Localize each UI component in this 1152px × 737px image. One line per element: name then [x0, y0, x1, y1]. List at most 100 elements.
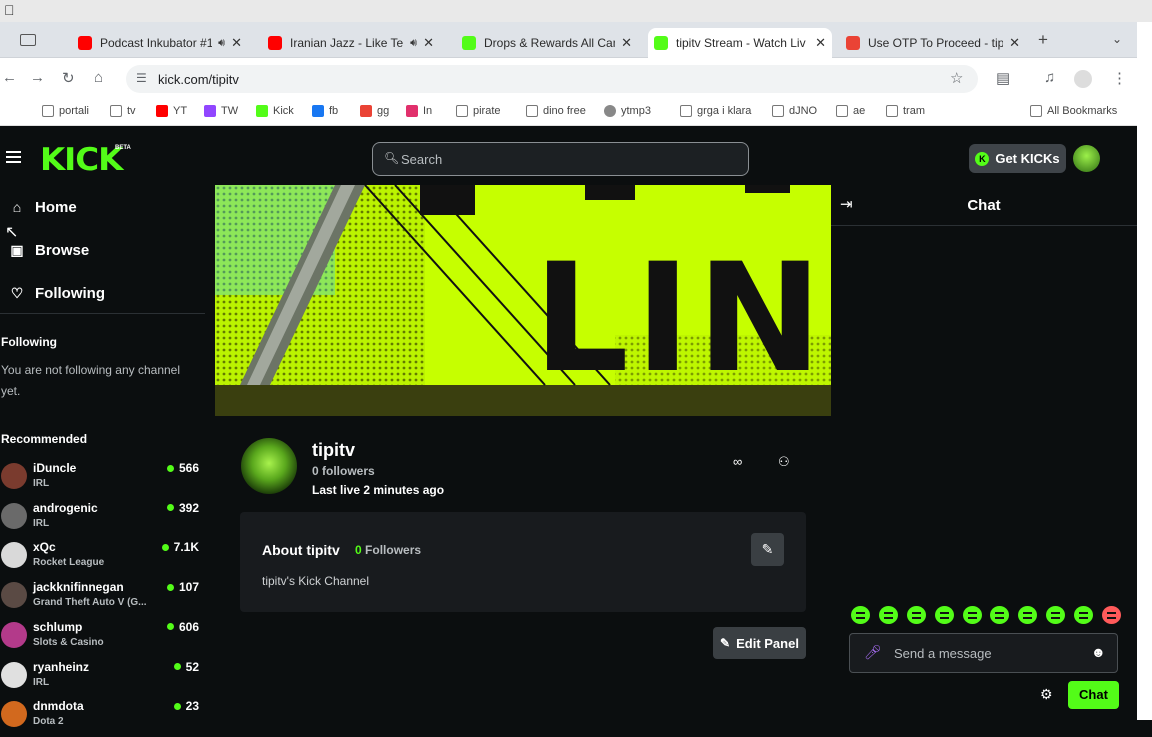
folder-icon — [110, 105, 122, 117]
bookmark-tw[interactable]: TW — [204, 105, 238, 117]
address-bar[interactable]: ☰ kick.com/tipitv ☆ — [126, 65, 978, 93]
recommended-channel[interactable]: androgenic IRL 392 — [0, 501, 205, 539]
recommended-channel[interactable]: xQc Rocket League 7.1K — [0, 540, 205, 578]
viewer-count: 566 — [166, 461, 199, 475]
bookmark-dino-free[interactable]: dino free — [526, 105, 586, 117]
chat-settings-gear-icon[interactable]: ⚙ — [1040, 686, 1053, 703]
recommended-channel[interactable]: iDuncle IRL 566 — [0, 461, 205, 499]
about-followers: 0 Followers — [355, 543, 421, 557]
site-info-icon[interactable]: ☰ — [136, 71, 147, 85]
channel-category: IRL — [33, 478, 50, 489]
channel-name: iDuncle — [33, 461, 77, 475]
close-tab-icon[interactable]: ✕ — [423, 35, 434, 51]
browser-tab[interactable]: Drops & Rewards All Can ✕ — [456, 28, 638, 58]
close-tab-icon[interactable]: ✕ — [815, 35, 826, 51]
emote-icon[interactable] — [962, 606, 982, 624]
channel-last-live: Last live 2 minutes ago — [312, 483, 445, 497]
emote-icon[interactable] — [1046, 606, 1066, 624]
browser-menu-icon[interactable]: ⋮ — [1112, 69, 1127, 87]
tab-favicon-icon — [654, 36, 668, 50]
recommended-channel[interactable]: ryanheinz IRL 52 — [0, 660, 205, 698]
profile-icon[interactable] — [1074, 70, 1092, 88]
viewer-count-value: 566 — [178, 461, 199, 475]
emote-icon[interactable] — [1101, 606, 1121, 624]
channel-name: dnmdota — [33, 699, 84, 714]
tab-list-chevron-icon[interactable]: ⌄ — [1112, 32, 1122, 46]
emote-icon[interactable] — [851, 606, 870, 624]
new-tab-button[interactable]: + — [1038, 30, 1048, 50]
microphone-icon[interactable]: 🎤︎ — [864, 644, 882, 661]
emote-icon[interactable] — [1074, 606, 1093, 624]
all-bookmarks-label: All Bookmarks — [1047, 105, 1118, 117]
channel-avatar — [1, 621, 27, 648]
close-tab-icon[interactable]: ✕ — [231, 35, 242, 51]
emoji-icon[interactable]: ☻ — [1091, 644, 1106, 660]
bookmark-ytmp3[interactable]: ytmp3 — [604, 105, 651, 117]
extensions-icon[interactable]: ▤ — [996, 69, 1010, 87]
kick-logo[interactable]: KICK — [40, 142, 123, 178]
emote-icon[interactable] — [878, 606, 898, 624]
bookmark-tram[interactable]: tram — [886, 105, 925, 117]
media-control-icon[interactable]: ♫ — [1044, 69, 1055, 86]
browser-tab[interactable]: Podcast Inkubator #1 🔊︎ ✕ — [72, 28, 248, 58]
edit-about-button[interactable]: ✎ — [751, 533, 784, 566]
chat-message-input[interactable] — [894, 644, 1084, 662]
folder-icon — [772, 105, 784, 117]
recommended-channel[interactable]: dnmdota Dota 2 23 — [0, 699, 205, 737]
edit-panel-button[interactable]: ✎ Edit Panel — [713, 627, 806, 659]
emote-icon[interactable] — [990, 606, 1010, 624]
browser-tab[interactable]: Iranian Jazz - Like Te 🔊︎ ✕ — [262, 28, 440, 58]
channel-avatar[interactable] — [241, 438, 297, 494]
bookmark-ae[interactable]: ae — [836, 105, 865, 117]
recommended-channel[interactable]: jackknifinnegan Grand Theft Auto V (G... 1… — [0, 580, 205, 618]
tab-search-icon[interactable] — [20, 34, 36, 46]
channel-avatar — [1, 701, 27, 728]
back-icon[interactable]: ← — [2, 69, 17, 86]
forward-icon[interactable]: → — [30, 69, 45, 86]
channel-name: jackknifinnegan — [33, 580, 124, 595]
bookmark-portali[interactable]: portali — [42, 105, 89, 117]
bookmark-gg[interactable]: gg — [360, 105, 389, 117]
user-settings-icon[interactable]: ⚇ — [778, 454, 790, 470]
bookmark-star-icon[interactable]: ☆ — [950, 69, 963, 87]
browser-tab[interactable]: tipitv Stream - Watch Liv ✕ — [648, 28, 832, 58]
speaker-icon[interactable]: 🔊︎ — [218, 37, 225, 50]
chat-divider — [831, 225, 1137, 226]
bookmark-tv[interactable]: tv — [110, 105, 136, 117]
bookmark-label: tram — [903, 105, 925, 117]
emote-icon[interactable] — [1018, 606, 1038, 624]
bookmark-yt[interactable]: YT — [156, 105, 187, 117]
channel-category: Dota 2 — [33, 716, 64, 728]
all-bookmarks[interactable]: All Bookmarks — [1030, 105, 1117, 117]
bookmark-kick[interactable]: Kick — [256, 105, 294, 117]
user-avatar[interactable] — [1073, 145, 1100, 172]
sidebar-item-home[interactable]: ⌂ Home — [0, 192, 77, 222]
browse-icon: ▣ — [10, 241, 24, 258]
reload-icon[interactable]: ↻ — [62, 69, 75, 87]
bookmark-fb[interactable]: fb — [312, 105, 338, 117]
recommended-channel[interactable]: schlump Slots & Casino 606 — [0, 620, 205, 658]
viewer-count-value: 52 — [185, 659, 199, 674]
bookmark-grga-i-klara[interactable]: grga i klara — [680, 105, 751, 117]
chat-message-box[interactable]: 🎤︎ ☻ — [849, 633, 1118, 673]
emote-icon[interactable] — [934, 606, 954, 624]
sidebar-item-following[interactable]: ♡ Following — [0, 278, 105, 308]
bookmark-djno[interactable]: dJNO — [772, 105, 817, 117]
apple-icon[interactable]:  — [4, 2, 15, 18]
get-kicks-button[interactable]: K Get KICKs — [969, 144, 1066, 173]
close-tab-icon[interactable]: ✕ — [1009, 35, 1020, 51]
bookmark-pirate[interactable]: pirate — [456, 105, 501, 117]
share-icon[interactable]: ∞ — [733, 454, 742, 469]
home-browser-icon[interactable]: ⌂ — [94, 69, 103, 86]
mouse-cursor-icon: ↖ — [5, 224, 19, 241]
browser-tab[interactable]: Use OTP To Proceed - tip ✕ — [840, 28, 1026, 58]
bookmark-in[interactable]: In — [406, 105, 432, 117]
search-input[interactable] — [401, 150, 701, 168]
speaker-icon[interactable]: 🔊︎ — [410, 37, 417, 50]
menu-icon[interactable] — [6, 151, 21, 163]
viewer-count-value: 606 — [178, 619, 199, 634]
close-tab-icon[interactable]: ✕ — [621, 35, 632, 51]
search-box[interactable]: 🔍︎ — [372, 142, 749, 176]
emote-icon[interactable] — [906, 606, 926, 624]
chat-send-button[interactable]: Chat — [1068, 681, 1119, 709]
